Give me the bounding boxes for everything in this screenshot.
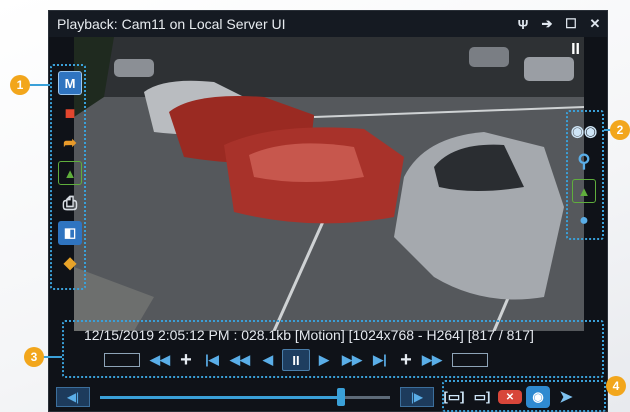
export-clip-icon[interactable]: ➤ [554, 386, 578, 408]
first-frame-button[interactable]: |◀ [198, 349, 226, 371]
step-forward-button[interactable]: ▶ [310, 349, 338, 371]
microphone-icon[interactable]: ● [572, 209, 596, 233]
motion-icon[interactable]: M [58, 71, 82, 95]
binoculars-icon[interactable]: ◉◉ [571, 119, 597, 143]
callout-3: 3 [24, 347, 44, 367]
step-back-button[interactable]: ◀ [254, 349, 282, 371]
right-toolbar: ◉◉ ⚲ ▲ ● [567, 115, 601, 237]
rewind-button[interactable]: ◀◀ [146, 349, 174, 371]
slider-thumb[interactable] [336, 388, 345, 406]
add-end-button[interactable]: + [394, 349, 418, 372]
slider-fill [100, 396, 341, 399]
frame-info-text: 12/15/2019 2:05:12 PM : 028.1kb [Motion]… [84, 327, 534, 343]
clear-marks-icon[interactable]: ✕ [498, 390, 522, 404]
record-icon[interactable]: ■ [58, 101, 82, 125]
callout-1: 1 [10, 75, 30, 95]
transport-controls: ◀◀ + |◀ ◀◀ ◀ II ▶ ▶▶ ▶| + ▶▶ [98, 348, 558, 372]
close-icon[interactable]: ✕ [583, 16, 607, 32]
image-icon[interactable]: ▲ [572, 179, 596, 203]
layout-icon[interactable]: ◧ [58, 221, 82, 245]
pin-icon[interactable]: Ψ [511, 17, 535, 32]
callout-4: 4 [606, 376, 626, 396]
bottom-bar: ◀| |▶ [▭] ▭] ✕ ◉ ➤ [48, 382, 608, 412]
add-start-button[interactable]: + [174, 349, 198, 372]
left-toolbar: M ■ ➦ ▲ ⎙ ◧ ◆ [55, 67, 85, 279]
previous-clip-button[interactable]: ◀| [56, 387, 90, 407]
fast-back-button[interactable]: ◀◀ [226, 349, 254, 371]
frame-info: 12/15/2019 2:05:12 PM : 028.1kb [Motion]… [72, 324, 607, 346]
pause-button[interactable]: II [282, 349, 310, 371]
snapshot-icon[interactable]: ▲ [58, 161, 82, 185]
timeline-slider[interactable] [100, 387, 390, 407]
maximize-icon[interactable]: ☐ [559, 16, 583, 32]
fast-forward-button[interactable]: ▶▶ [338, 349, 366, 371]
next-clip-button[interactable]: |▶ [400, 387, 434, 407]
forward-button[interactable]: ▶▶ [418, 349, 446, 371]
callout-line-1 [28, 84, 50, 86]
pause-overlay-icon[interactable]: II [571, 41, 580, 59]
view-icon[interactable]: ◉ [526, 386, 550, 408]
detach-icon[interactable]: ➔ [535, 16, 559, 32]
callout-2: 2 [610, 120, 630, 140]
window-title: Playback: Cam11 on Local Server UI [57, 16, 286, 32]
rewind-speed-box[interactable] [104, 353, 140, 367]
bookmark-tag-icon[interactable]: ◆ [58, 251, 82, 275]
search-icon[interactable]: ⚲ [572, 149, 596, 173]
parking-lot-scene [74, 37, 584, 331]
mark-out-icon[interactable]: ▭] [470, 386, 494, 408]
mark-in-icon[interactable]: [▭] [442, 386, 466, 408]
camera-video-frame[interactable]: II [74, 37, 584, 331]
clip-tools: [▭] ▭] ✕ ◉ ➤ [442, 386, 578, 408]
forward-speed-box[interactable] [452, 353, 488, 367]
print-icon[interactable]: ⎙ [58, 191, 82, 215]
export-icon[interactable]: ➦ [58, 131, 82, 155]
last-frame-button[interactable]: ▶| [366, 349, 394, 371]
title-bar: Playback: Cam11 on Local Server UI Ψ ➔ ☐… [49, 11, 607, 37]
